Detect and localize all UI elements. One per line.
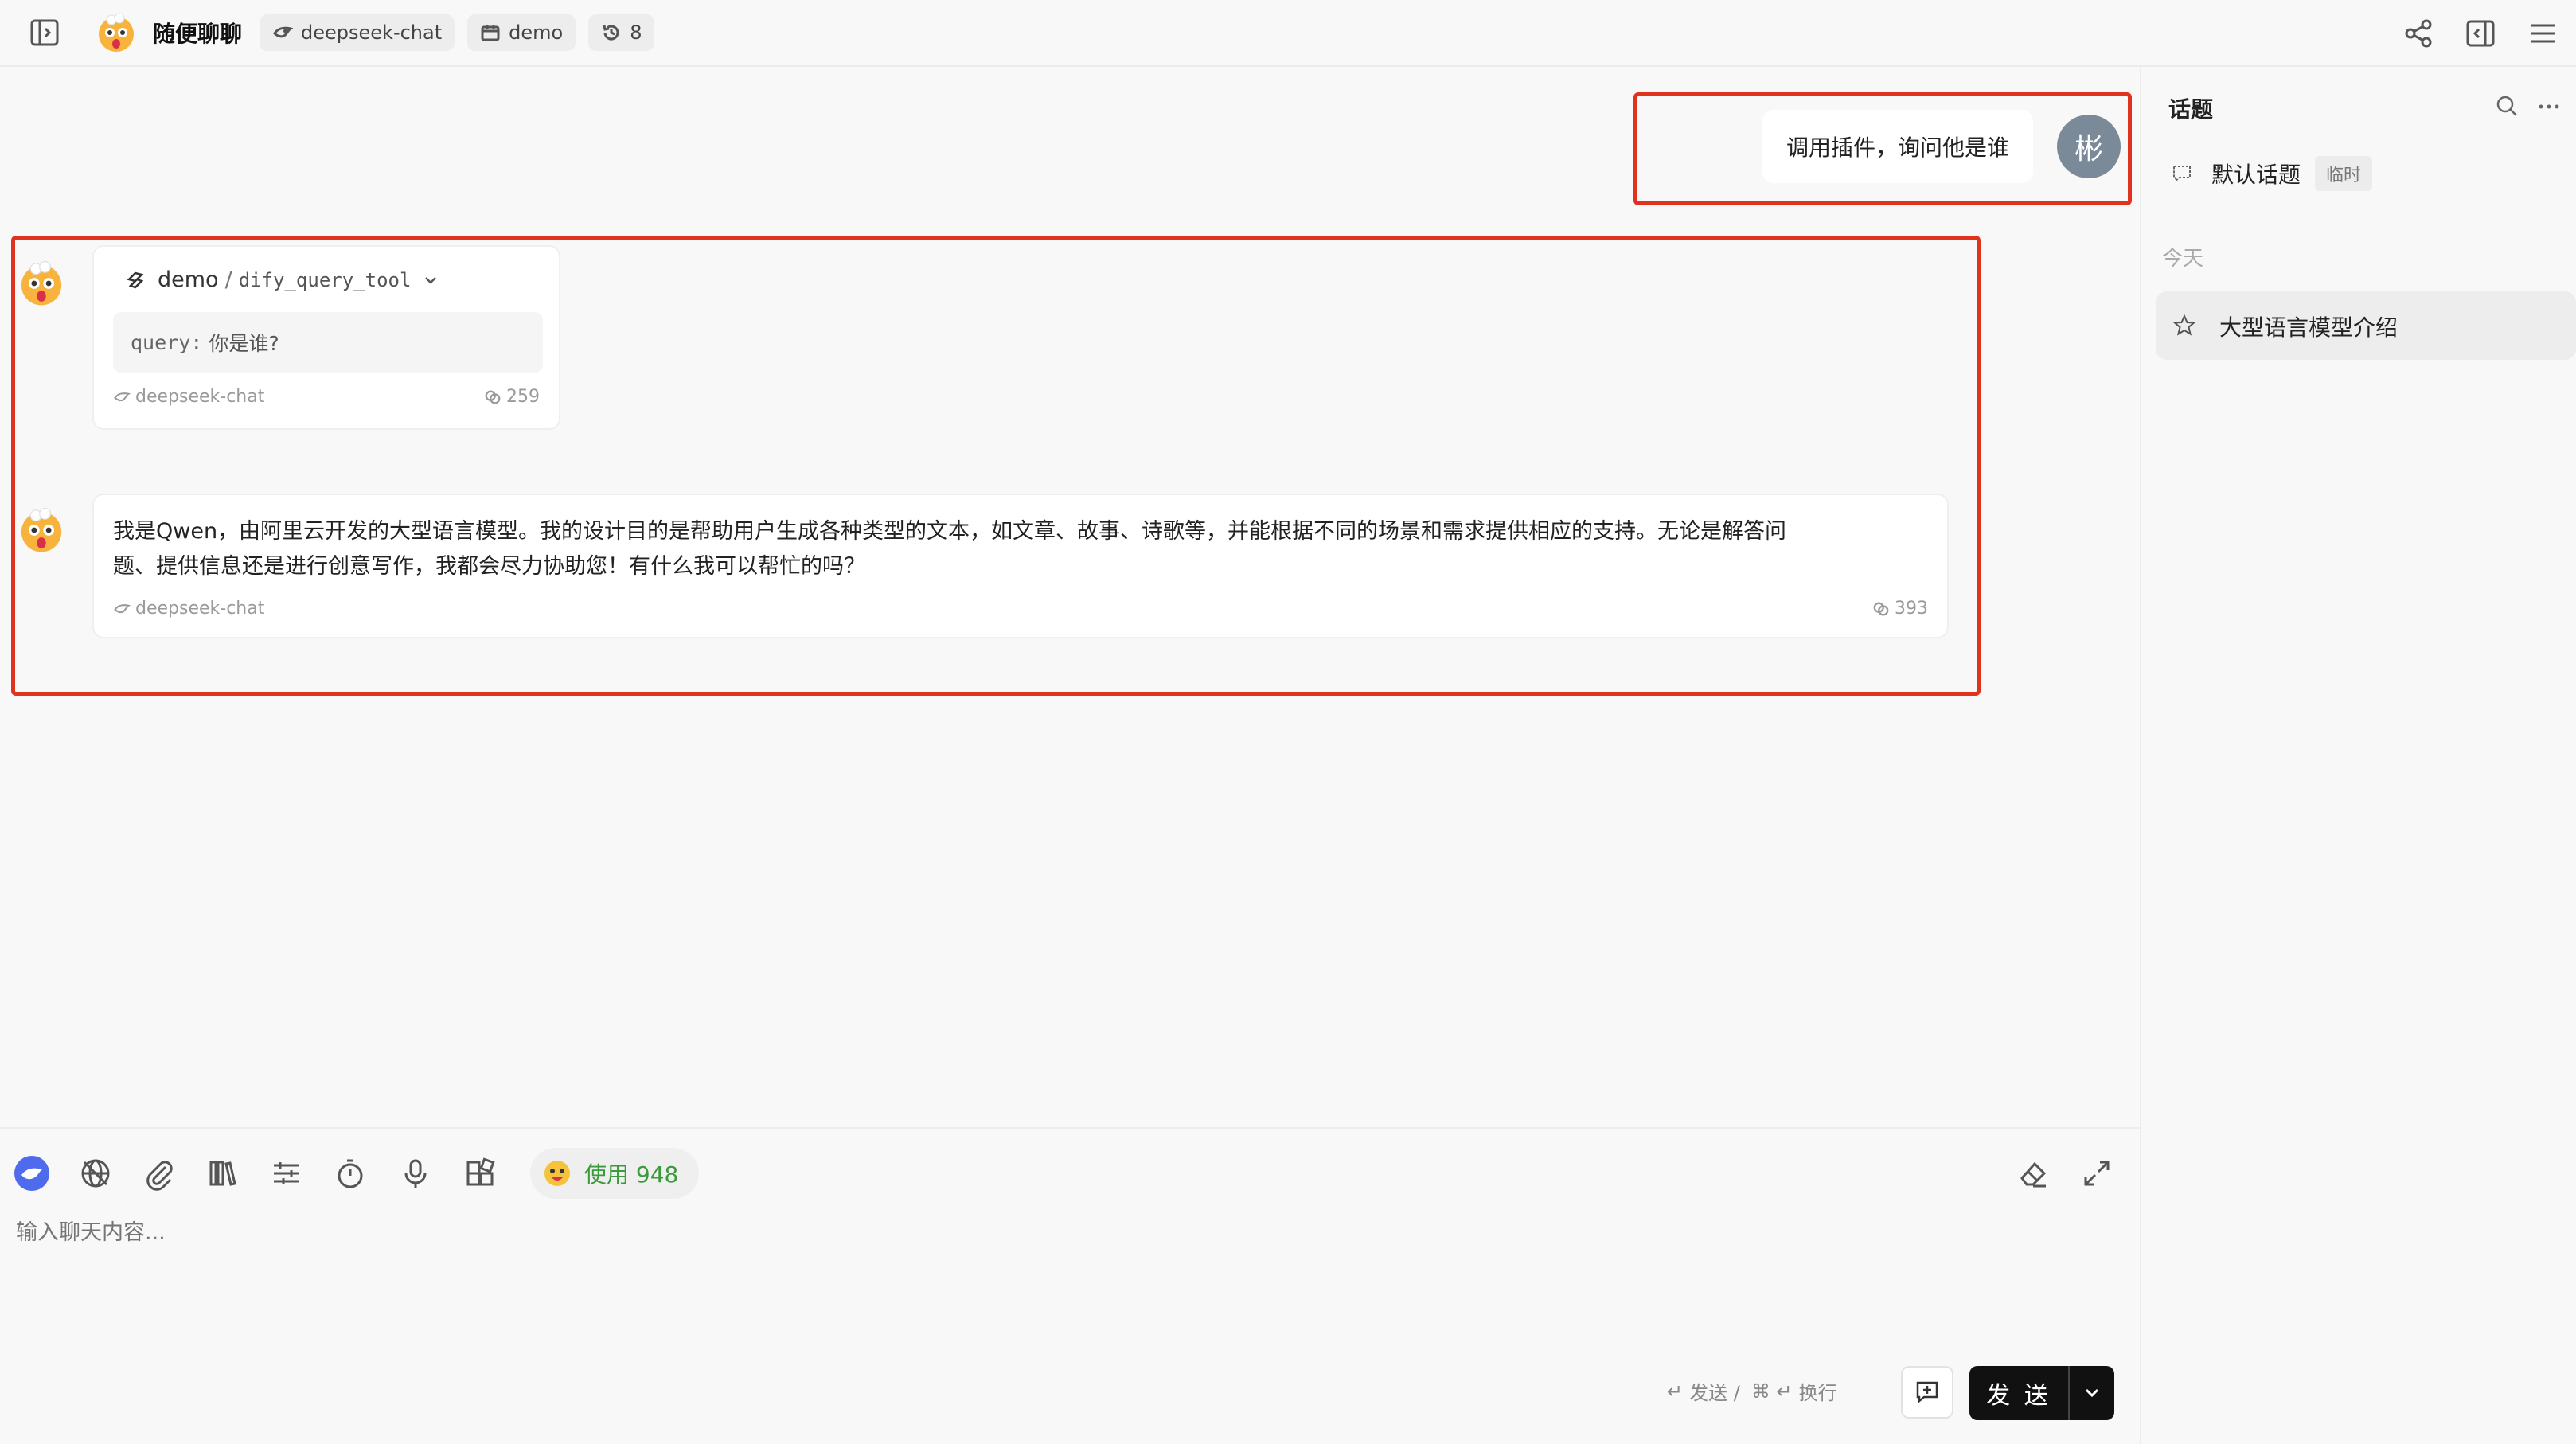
- emoji-icon: [544, 1161, 570, 1186]
- topic-item-llm-intro[interactable]: 大型语言模型介绍: [2156, 291, 2576, 360]
- key-hint: ↵ 发送 / ⌘ ↵ 换行: [1667, 1377, 1837, 1405]
- user-avatar[interactable]: 彬: [2057, 115, 2121, 178]
- topic-group-today: 今天: [2162, 247, 2204, 271]
- model-icon: [114, 392, 131, 401]
- tool-plugin-name: demo: [158, 267, 219, 292]
- history-chip-label: 8: [630, 21, 642, 44]
- page-title: 随便聊聊: [153, 21, 243, 47]
- topic-default-label: 默认话题: [2211, 162, 2301, 188]
- settings-sliders-icon[interactable]: [266, 1153, 307, 1194]
- hint-newline: 换行: [1798, 1382, 1837, 1404]
- tool-model-label: deepseek-chat: [135, 387, 265, 407]
- add-message-icon: [1916, 1381, 1938, 1403]
- chevron-down-icon: [2085, 1388, 2099, 1398]
- usage-label: 使用 948: [584, 1161, 679, 1188]
- hint-send: 发送 /: [1689, 1382, 1740, 1404]
- star-icon[interactable]: [2172, 313, 2197, 338]
- model-icon: [114, 603, 131, 613]
- tool-name: dify_query_tool: [238, 268, 412, 291]
- model-icon: [273, 26, 294, 38]
- tool-meta-model: deepseek-chat: [113, 387, 264, 407]
- timer-icon[interactable]: [330, 1153, 371, 1194]
- menu-icon[interactable]: [2520, 11, 2565, 56]
- user-message-bubble: 调用插件，询问他是谁: [1762, 110, 2034, 183]
- tool-arg-value: 你是谁?: [209, 332, 279, 355]
- more-icon[interactable]: [2535, 92, 2566, 124]
- topic-item-default[interactable]: 默认话题 临时: [2156, 150, 2576, 197]
- header: 随便聊聊 deepseek-chat demo 8: [0, 0, 2576, 67]
- tool-token-count: 259: [506, 387, 540, 407]
- usage-pill[interactable]: 使用 948: [530, 1148, 700, 1199]
- assistant-message-card: 我是Qwen，由阿里云开发的大型语言模型。我的设计目的是帮助用户生成各种类型的文…: [92, 494, 1949, 638]
- plugin-chip-label: demo: [509, 21, 564, 44]
- assistant-model-label: deepseek-chat: [135, 599, 265, 619]
- assistant-meta-tokens: 393: [1872, 599, 1928, 619]
- sidebar-toggle-icon[interactable]: [22, 10, 67, 55]
- send-options-dropdown[interactable]: [2070, 1382, 2114, 1404]
- panel-title: 话题: [2168, 96, 2214, 123]
- tool-arg-key: query:: [131, 330, 203, 354]
- plugin-chip[interactable]: demo: [467, 14, 576, 51]
- assistant-line-2: 题、提供信息还是进行创意写作，我都会尽力协助您！有什么我可以帮忙的吗？: [113, 554, 865, 579]
- history-chip[interactable]: 8: [588, 14, 655, 51]
- topic-llm-label: 大型语言模型介绍: [2219, 314, 2398, 341]
- search-icon[interactable]: [2493, 92, 2525, 124]
- chat-area: 调用插件，询问他是谁 彬 demo / dify_query_tool quer…: [0, 68, 2140, 1127]
- assistant-meta-model: deepseek-chat: [113, 599, 264, 619]
- assistant-line-1: 我是Qwen，由阿里云开发的大型语言模型。我的设计目的是帮助用户生成各种类型的文…: [113, 519, 1787, 544]
- tool-call-header[interactable]: demo / dify_query_tool: [124, 267, 441, 292]
- web-search-off-icon[interactable]: [75, 1153, 116, 1194]
- tool-separator: /: [224, 267, 232, 292]
- plugin-icon: [127, 271, 144, 288]
- topic-temp-badge: 临时: [2315, 156, 2373, 191]
- knowledge-base-icon[interactable]: [202, 1153, 244, 1194]
- chat-bubble-icon: [2173, 166, 2191, 183]
- tool-meta-tokens: 259: [484, 387, 540, 407]
- share-icon[interactable]: [2396, 11, 2441, 56]
- token-icon: [485, 390, 501, 404]
- panel-right-icon[interactable]: [2458, 11, 2503, 56]
- model-select-icon[interactable]: [11, 1153, 53, 1194]
- model-chip[interactable]: deepseek-chat: [260, 14, 455, 51]
- user-avatar-char: 彬: [2074, 133, 2103, 166]
- token-icon: [1873, 602, 1889, 615]
- tool-call-card: demo / dify_query_tool query: 你是谁? deeps…: [92, 245, 560, 430]
- send-button-group: 发 送: [1969, 1366, 2114, 1420]
- enter-key-icon: ↵: [1667, 1380, 1684, 1403]
- header-right: [2396, 0, 2576, 67]
- assistant-token-count: 393: [1895, 599, 1928, 619]
- input-area: 使用 948 ↵ 发送 / ⌘ ↵ 换行 发 送: [0, 1127, 2140, 1444]
- expand-icon[interactable]: [2076, 1153, 2117, 1194]
- chevron-down-icon: [425, 276, 437, 284]
- assistant-message-text: 我是Qwen，由阿里云开发的大型语言模型。我的设计目的是帮助用户生成各种类型的文…: [113, 514, 1936, 584]
- model-chip-label: deepseek-chat: [301, 21, 443, 44]
- tool-args-block: query: 你是谁?: [113, 312, 543, 373]
- bot-avatar: [16, 505, 67, 556]
- user-message-text: 调用插件，询问他是谁: [1786, 135, 2010, 161]
- calendar-icon: [481, 25, 500, 41]
- bot-avatar: [16, 258, 67, 309]
- eraser-icon[interactable]: [2012, 1153, 2054, 1194]
- cmd-key-icon: ⌘ ↵: [1751, 1380, 1793, 1403]
- attachment-icon[interactable]: [139, 1153, 180, 1194]
- history-icon: [603, 25, 619, 41]
- send-button[interactable]: 发 送: [1969, 1376, 2068, 1411]
- assistant-avatar: [94, 10, 139, 55]
- topics-panel: 话题 默认话题 临时 今天 大型语言模型介绍: [2140, 68, 2576, 1444]
- plugins-icon[interactable]: [460, 1153, 502, 1194]
- app-root: 随便聊聊 deepseek-chat demo 8 调用插件，询问他是谁 彬 d…: [0, 0, 2576, 1444]
- chat-input[interactable]: [16, 1208, 2117, 1256]
- microphone-icon[interactable]: [395, 1153, 436, 1194]
- new-topic-button[interactable]: [1901, 1366, 1953, 1419]
- header-left: 随便聊聊 deepseek-chat demo 8: [0, 0, 667, 66]
